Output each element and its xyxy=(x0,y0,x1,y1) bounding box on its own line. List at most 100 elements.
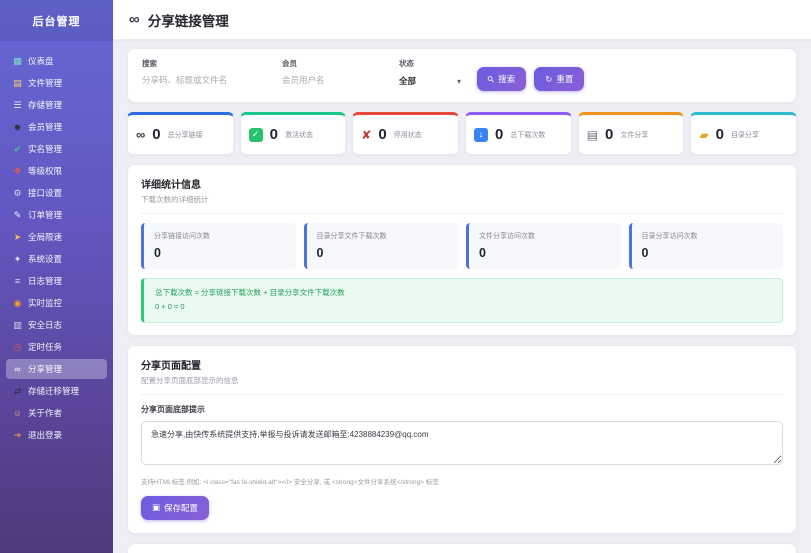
stat-box-value: 0 xyxy=(479,246,611,260)
sidebar-item-monitor[interactable]: ◉ 实时监控 xyxy=(6,293,107,313)
filter-bar: 搜索 会员 状态 全部 ▾ ⚲ 搜索 xyxy=(127,48,797,103)
stat-label: 激活状态 xyxy=(285,130,313,140)
download-icon: ↓ xyxy=(474,128,488,142)
check-icon: ✓ xyxy=(249,128,263,142)
link-icon: ∞ xyxy=(136,128,145,141)
member-input[interactable] xyxy=(282,73,377,87)
sidebar-item-label: 实时监控 xyxy=(28,297,62,309)
stat-box-label: 文件分享访问次数 xyxy=(479,231,611,241)
sidebar-item-migration[interactable]: ⇄ 存储迁移管理 xyxy=(6,381,107,401)
sidebar-item-label: 会员管理 xyxy=(28,121,62,133)
file-icon: ▤ xyxy=(587,129,598,141)
member-label: 会员 xyxy=(282,58,377,69)
footer-tip-textarea[interactable]: 急速分享,由快传系统提供支持,举报与投诉请发送邮箱至:4238884239@qq… xyxy=(141,421,783,465)
sidebar-item-members[interactable]: ☻ 会员管理 xyxy=(6,117,107,137)
html-tags-help-text: 支持HTML标签,例如: <i class="fas fa-shield-alt… xyxy=(141,476,783,486)
sidebar-item-logout[interactable]: ➔ 退出登录 xyxy=(6,425,107,445)
stats-row: ∞ 0 总分享链接 ✓ 0 激活状态 ✘ 0 停用状态 ↓ 0 总下载次 xyxy=(127,112,797,155)
search-input[interactable] xyxy=(142,73,260,87)
link-icon: ∞ xyxy=(12,364,23,374)
sidebar-item-label: 仪表盘 xyxy=(28,55,54,67)
stat-label: 总分享链接 xyxy=(168,130,203,140)
footer-tip-label: 分享页面底部提示 xyxy=(141,404,783,415)
sidebar-item-security-logs[interactable]: ▥ 安全日志 xyxy=(6,315,107,335)
sidebar-item-logs[interactable]: ≡ 日志管理 xyxy=(6,271,107,291)
sidebar-item-orders[interactable]: ✎ 订单管理 xyxy=(6,205,107,225)
formula-line2: 0 + 0 = 0 xyxy=(155,300,771,314)
shield-icon: ❖ xyxy=(12,166,23,177)
save-button-label: 保存配置 xyxy=(164,502,198,514)
sidebar-item-label: 接口设置 xyxy=(28,187,62,199)
status-field-group: 状态 全部 ▾ xyxy=(399,58,461,89)
sidebar-item-label: 日志管理 xyxy=(28,275,62,287)
stat-value: 0 xyxy=(152,126,160,143)
share-config-subtitle: 配置分享页面底部显示的信息 xyxy=(141,375,783,386)
stat-box-dir-share-visits: 目录分享访问次数 0 xyxy=(629,223,784,269)
author-icon: ☺ xyxy=(12,408,23,418)
check-icon: ✔ xyxy=(12,144,23,155)
stat-value: 0 xyxy=(716,126,724,143)
stat-label: 文件分享 xyxy=(620,130,648,140)
divider xyxy=(141,394,783,395)
rocket-icon: ➤ xyxy=(12,232,23,243)
app-title: 后台管理 xyxy=(0,0,113,41)
status-label: 状态 xyxy=(399,58,461,69)
chevron-down-icon: ▾ xyxy=(457,77,461,86)
sidebar-item-storage[interactable]: ☰ 存储管理 xyxy=(6,95,107,115)
stat-value: 0 xyxy=(605,126,613,143)
status-select[interactable]: 全部 ▾ xyxy=(399,73,461,89)
sidebar-item-label: 等级权限 xyxy=(28,165,62,177)
search-button[interactable]: ⚲ 搜索 xyxy=(477,67,526,91)
save-config-button[interactable]: ▣ 保存配置 xyxy=(141,496,209,520)
sidebar-item-label: 分享管理 xyxy=(28,363,62,375)
stat-box-value: 0 xyxy=(317,246,449,260)
share-config-card: 分享页面配置 配置分享页面底部显示的信息 分享页面底部提示 急速分享,由快传系统… xyxy=(127,345,797,534)
stat-value: 0 xyxy=(378,126,386,143)
order-icon: ✎ xyxy=(12,210,23,221)
sidebar-item-label: 关于作者 xyxy=(28,407,62,419)
page-header: ∞ 分享链接管理 xyxy=(113,0,811,40)
formula-line1: 总下载次数 = 分享链接下载次数 + 目录分享文件下载次数 xyxy=(155,286,771,300)
share-list-card: 分享链接列表 共 0 个分享链接 xyxy=(127,543,797,553)
detail-stats-boxes: 分享链接访问次数 0 目录分享文件下载次数 0 文件分享访问次数 0 目录分享访… xyxy=(141,223,783,269)
detail-stats-subtitle: 下载次数的详细统计 xyxy=(141,194,783,205)
share-config-title: 分享页面配置 xyxy=(141,357,783,372)
sidebar-item-cron[interactable]: ◷ 定时任务 xyxy=(6,337,107,357)
sidebar-item-about[interactable]: ☺ 关于作者 xyxy=(6,403,107,423)
stat-card-active: ✓ 0 激活状态 xyxy=(240,112,347,155)
sidebar-item-share[interactable]: ∞ 分享管理 xyxy=(6,359,107,379)
sidebar-item-realname[interactable]: ✔ 实名管理 xyxy=(6,139,107,159)
search-icon: ⚲ xyxy=(485,73,497,85)
stat-box-label: 目录分享文件下载次数 xyxy=(317,231,449,241)
stat-box-value: 0 xyxy=(642,246,774,260)
sidebar-item-files[interactable]: ▤ 文件管理 xyxy=(6,73,107,93)
sidebar-item-label: 订单管理 xyxy=(28,209,62,221)
reset-icon: ↻ xyxy=(545,74,552,85)
reset-button[interactable]: ↻ 重置 xyxy=(534,67,584,91)
sidebar-item-permissions[interactable]: ❖ 等级权限 xyxy=(6,161,107,181)
sidebar-item-api[interactable]: ⚙ 接口设置 xyxy=(6,183,107,203)
detail-stats-title: 详细统计信息 xyxy=(141,176,783,191)
security-log-icon: ▥ xyxy=(12,320,23,331)
search-label: 搜索 xyxy=(142,58,260,69)
member-field-group: 会员 xyxy=(282,58,377,87)
reset-button-label: 重置 xyxy=(556,73,573,85)
stat-box-file-share-visits: 文件分享访问次数 0 xyxy=(466,223,621,269)
sidebar-item-label: 安全日志 xyxy=(28,319,62,331)
sidebar-item-speedlimit[interactable]: ➤ 全局限速 xyxy=(6,227,107,247)
stat-card-file-shares: ▤ 0 文件分享 xyxy=(578,112,685,155)
dashboard-icon: ▦ xyxy=(12,56,23,67)
sidebar: 后台管理 ▦ 仪表盘 ▤ 文件管理 ☰ 存储管理 ☻ 会员管理 ✔ 实名管理 xyxy=(0,0,113,553)
page-title: 分享链接管理 xyxy=(148,10,229,30)
sidebar-item-label: 文件管理 xyxy=(28,77,62,89)
stat-label: 总下载次数 xyxy=(510,130,545,140)
sidebar-item-label: 全局限速 xyxy=(28,231,62,243)
stat-card-disabled: ✘ 0 停用状态 xyxy=(352,112,459,155)
sidebar-item-system-settings[interactable]: ✦ 系统设置 xyxy=(6,249,107,269)
cross-icon: ✘ xyxy=(361,129,371,141)
folder-icon: ▰ xyxy=(699,129,708,141)
sidebar-item-dashboard[interactable]: ▦ 仪表盘 xyxy=(6,51,107,71)
main-area: ∞ 分享链接管理 搜索 会员 状态 全部 ▾ xyxy=(113,0,811,553)
stat-label: 目录分享 xyxy=(731,130,759,140)
search-field-group: 搜索 xyxy=(142,58,260,87)
